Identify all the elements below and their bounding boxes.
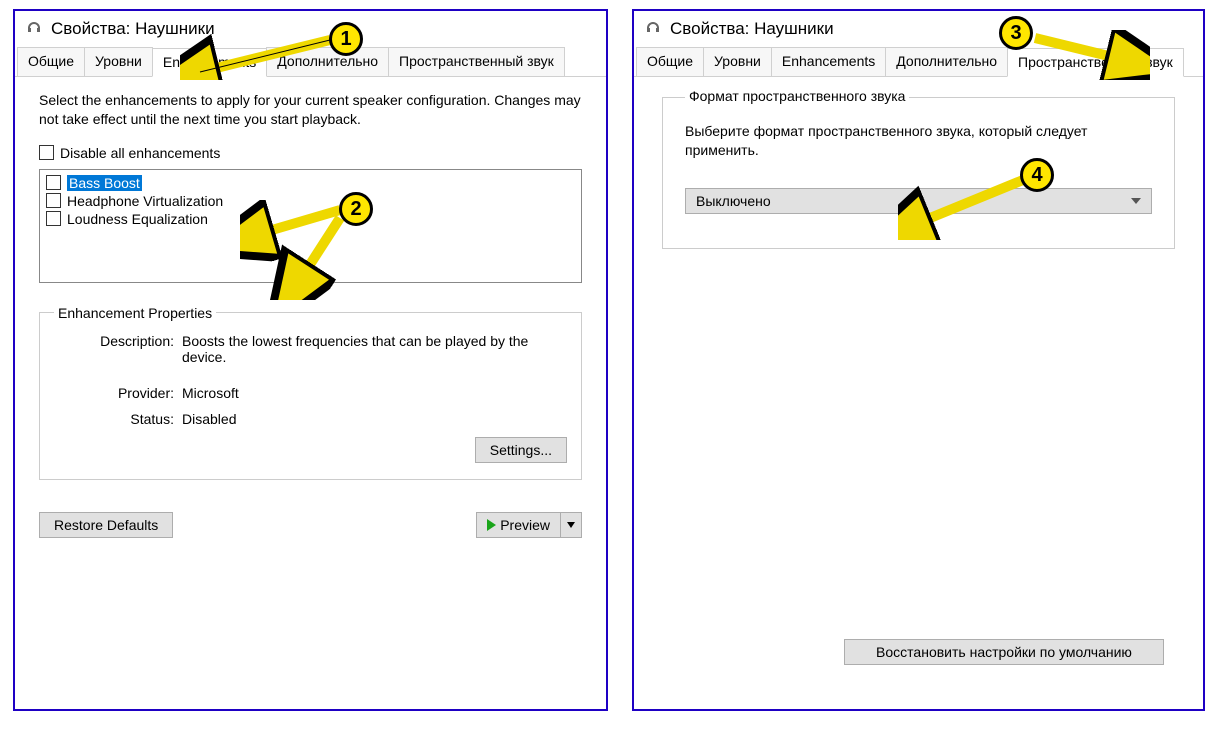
restore-defaults-button[interactable]: Restore Defaults (39, 512, 173, 538)
tab-advanced[interactable]: Дополнительно (885, 47, 1008, 76)
disable-all-row[interactable]: Disable all enhancements (39, 145, 582, 161)
disable-all-label: Disable all enhancements (60, 145, 220, 161)
desc-value: Boosts the lowest frequencies that can b… (182, 333, 567, 365)
provider-value: Microsoft (182, 385, 567, 401)
headphone-virt-label: Headphone Virtualization (67, 193, 223, 209)
chevron-down-icon (567, 522, 575, 528)
callout-3: 3 (999, 16, 1033, 50)
headphone-virt-checkbox[interactable] (46, 193, 61, 208)
tab-row: Общие Уровни Enhancements Дополнительно … (634, 47, 1203, 77)
titlebar: Свойства: Наушники (634, 11, 1203, 47)
spatial-format-value: Выключено (696, 193, 771, 209)
headphones-icon (25, 20, 43, 38)
enhancements-list: Bass Boost Headphone Virtualization Loud… (39, 169, 582, 283)
enh-item-bass-boost[interactable]: Bass Boost (40, 174, 581, 192)
preview-button[interactable]: Preview (476, 512, 561, 538)
chevron-down-icon (1131, 198, 1141, 204)
tab-row: Общие Уровни Enhancements Дополнительно … (15, 47, 606, 77)
tab-content: Формат пространственного звука Выберите … (634, 77, 1203, 685)
preview-dropdown-button[interactable] (561, 512, 582, 538)
bass-boost-label: Bass Boost (67, 175, 142, 191)
loudness-eq-checkbox[interactable] (46, 211, 61, 226)
tab-spatial[interactable]: Пространственный звук (1007, 48, 1184, 77)
preview-splitbutton[interactable]: Preview (476, 512, 582, 538)
spatial-format-group: Формат пространственного звука Выберите … (662, 97, 1175, 249)
tab-levels[interactable]: Уровни (703, 47, 772, 76)
enhancement-properties-group: Enhancement Properties Description: Boos… (39, 305, 582, 480)
tab-general[interactable]: Общие (636, 47, 704, 76)
tab-enhancements[interactable]: Enhancements (771, 47, 886, 76)
settings-button[interactable]: Settings... (475, 437, 567, 463)
tab-content: Select the enhancements to apply for you… (15, 77, 606, 552)
titlebar: Свойства: Наушники (15, 11, 606, 47)
tab-advanced[interactable]: Дополнительно (266, 47, 389, 76)
desc-label: Description: (54, 333, 174, 349)
tab-general[interactable]: Общие (17, 47, 85, 76)
status-value: Disabled (182, 411, 567, 427)
bass-boost-checkbox[interactable] (46, 175, 61, 190)
tab-enhancements[interactable]: Enhancements (152, 48, 267, 77)
tab-spatial[interactable]: Пространственный звук (388, 47, 565, 76)
enhancements-intro: Select the enhancements to apply for you… (39, 91, 582, 129)
restore-defaults-button[interactable]: Восстановить настройки по умолчанию (844, 639, 1164, 665)
window-title: Свойства: Наушники (51, 19, 215, 39)
play-icon (487, 519, 496, 531)
headphones-icon (644, 20, 662, 38)
tab-levels[interactable]: Уровни (84, 47, 153, 76)
enh-item-headphone-virt[interactable]: Headphone Virtualization (40, 192, 581, 210)
spatial-format-dropdown[interactable]: Выключено (685, 188, 1152, 214)
status-label: Status: (54, 411, 174, 427)
loudness-eq-label: Loudness Equalization (67, 211, 208, 227)
window-title: Свойства: Наушники (670, 19, 834, 39)
dialog-spatial: Свойства: Наушники Общие Уровни Enhancem… (632, 9, 1205, 711)
preview-label: Preview (500, 517, 550, 533)
spatial-intro: Выберите формат пространственного звука,… (685, 122, 1152, 160)
callout-1: 1 (329, 22, 363, 56)
enhancement-properties-legend: Enhancement Properties (54, 305, 216, 321)
callout-4: 4 (1020, 158, 1054, 192)
provider-label: Provider: (54, 385, 174, 401)
disable-all-checkbox[interactable] (39, 145, 54, 160)
enh-item-loudness-eq[interactable]: Loudness Equalization (40, 210, 581, 228)
spatial-format-legend: Формат пространственного звука (685, 88, 909, 104)
dialog-enhancements: Свойства: Наушники Общие Уровни Enhancem… (13, 9, 608, 711)
callout-2: 2 (339, 192, 373, 226)
